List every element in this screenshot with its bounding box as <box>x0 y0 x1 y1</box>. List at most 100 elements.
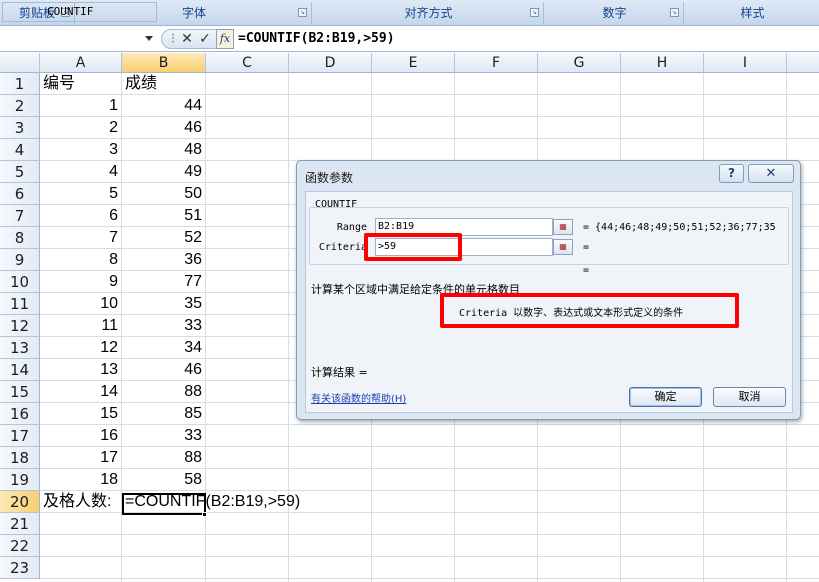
cell-a13[interactable]: 12 <box>40 337 122 359</box>
dialog-title: 函数参数 <box>305 171 354 185</box>
cancel-button[interactable]: 取消 <box>713 387 786 407</box>
row-header-18[interactable]: 18 <box>0 447 40 469</box>
row-header-23[interactable]: 23 <box>0 557 40 579</box>
column-header-b[interactable]: B <box>122 53 206 73</box>
row-header-6[interactable]: 6 <box>0 183 40 205</box>
ribbon-group-label: 样式 <box>740 6 765 20</box>
cell-a10[interactable]: 9 <box>40 271 122 293</box>
cell-b15[interactable]: 88 <box>122 381 206 403</box>
range-label: Range <box>336 222 367 233</box>
cell-b9[interactable]: 36 <box>122 249 206 271</box>
name-box[interactable]: COUNTIF <box>2 2 157 22</box>
cell-a15[interactable]: 14 <box>40 381 122 403</box>
cell-a7[interactable]: 6 <box>40 205 122 227</box>
range-result: = {44;46;48;49;50;51;52;36;77;35 <box>583 222 776 233</box>
active-cell-border <box>122 493 206 515</box>
cell-a11[interactable]: 10 <box>40 293 122 315</box>
cell-b18[interactable]: 88 <box>122 447 206 469</box>
cell-a17[interactable]: 16 <box>40 425 122 447</box>
cell-a8[interactable]: 7 <box>40 227 122 249</box>
cell-b8[interactable]: 52 <box>122 227 206 249</box>
row-header-7[interactable]: 7 <box>0 205 40 227</box>
cell-a3[interactable]: 2 <box>40 117 122 139</box>
cell-b17[interactable]: 33 <box>122 425 206 447</box>
row-header-14[interactable]: 14 <box>0 359 40 381</box>
column-header-j[interactable] <box>787 53 819 73</box>
column-header-d[interactable]: D <box>289 53 372 73</box>
cell-b16[interactable]: 85 <box>122 403 206 425</box>
cell-b14[interactable]: 46 <box>122 359 206 381</box>
cell-a5[interactable]: 4 <box>40 161 122 183</box>
column-header-a[interactable]: A <box>40 53 122 73</box>
cell-a4[interactable]: 3 <box>40 139 122 161</box>
function-help-link[interactable]: 有关该函数的帮助(H) <box>311 390 406 405</box>
cell-a9[interactable]: 8 <box>40 249 122 271</box>
row-header-11[interactable]: 11 <box>0 293 40 315</box>
cell-b4[interactable]: 48 <box>122 139 206 161</box>
row-header-19[interactable]: 19 <box>0 469 40 491</box>
cell-b2[interactable]: 44 <box>122 95 206 117</box>
row-header-5[interactable]: 5 <box>0 161 40 183</box>
cell-a12[interactable]: 11 <box>40 315 122 337</box>
function-arguments-dialog: 函数参数 ? ✕ COUNTIF Range B2:B19 ▦ = {44;46… <box>296 160 801 420</box>
cell-b13[interactable]: 34 <box>122 337 206 359</box>
cell-a14[interactable]: 13 <box>40 359 122 381</box>
cell-b7[interactable]: 51 <box>122 205 206 227</box>
cell-b19[interactable]: 58 <box>122 469 206 491</box>
fill-handle[interactable] <box>202 512 207 517</box>
cancel-icon[interactable]: ✕ <box>178 30 196 48</box>
cell-b11[interactable]: 35 <box>122 293 206 315</box>
cell-a6[interactable]: 5 <box>40 183 122 205</box>
dialog-launcher-icon[interactable]: ↘ <box>670 8 679 17</box>
row-header-3[interactable]: 3 <box>0 117 40 139</box>
cell-b3[interactable]: 46 <box>122 117 206 139</box>
formula-input[interactable]: =COUNTIF(B2:B19,>59) <box>238 29 816 49</box>
cell-a1[interactable]: 编号 <box>40 73 122 95</box>
close-button[interactable]: ✕ <box>748 164 794 183</box>
row-header-8[interactable]: 8 <box>0 227 40 249</box>
chevron-down-icon[interactable] <box>145 36 153 41</box>
dialog-launcher-icon[interactable]: ↘ <box>530 8 539 17</box>
row-header-4[interactable]: 4 <box>0 139 40 161</box>
column-header-i[interactable]: I <box>704 53 787 73</box>
row-header-2[interactable]: 2 <box>0 95 40 117</box>
row-header-10[interactable]: 10 <box>0 271 40 293</box>
cell-a2[interactable]: 1 <box>40 95 122 117</box>
cell-b1[interactable]: 成绩 <box>122 73 206 95</box>
row-header-9[interactable]: 9 <box>0 249 40 271</box>
row-header-20[interactable]: 20 <box>0 491 40 513</box>
cell-b5[interactable]: 49 <box>122 161 206 183</box>
row-header-13[interactable]: 13 <box>0 337 40 359</box>
row-header-15[interactable]: 15 <box>0 381 40 403</box>
ribbon-group-styles: 样式 <box>686 2 819 24</box>
calculation-result: 计算结果 = <box>311 366 368 379</box>
cell-a16[interactable]: 15 <box>40 403 122 425</box>
enter-icon[interactable]: ✓ <box>196 30 214 48</box>
column-header-f[interactable]: F <box>455 53 538 73</box>
column-header-h[interactable]: H <box>621 53 704 73</box>
row-header-17[interactable]: 17 <box>0 425 40 447</box>
row-header-22[interactable]: 22 <box>0 535 40 557</box>
cell-b6[interactable]: 50 <box>122 183 206 205</box>
select-all-corner[interactable] <box>0 53 40 73</box>
cell-a20[interactable]: 及格人数: <box>40 491 122 513</box>
column-header-g[interactable]: G <box>538 53 621 73</box>
cell-b12[interactable]: 33 <box>122 315 206 337</box>
collapse-dialog-icon[interactable]: ▦ <box>553 239 573 255</box>
dialog-launcher-icon[interactable]: ↘ <box>298 8 307 17</box>
collapse-dialog-icon[interactable]: ▦ <box>553 219 573 235</box>
row-header-21[interactable]: 21 <box>0 513 40 535</box>
insert-function-icon[interactable]: fx <box>216 29 234 49</box>
row-header-12[interactable]: 12 <box>0 315 40 337</box>
ok-button[interactable]: 确定 <box>629 387 702 407</box>
column-header-c[interactable]: C <box>206 53 289 73</box>
row-header-1[interactable]: 1 <box>0 73 40 95</box>
ribbon-group-number: 数字 ↘ <box>546 2 684 24</box>
help-button[interactable]: ? <box>719 164 744 183</box>
cell-a19[interactable]: 18 <box>40 469 122 491</box>
row-header-16[interactable]: 16 <box>0 403 40 425</box>
ribbon-group-label: 字体 <box>181 6 206 20</box>
column-header-e[interactable]: E <box>372 53 455 73</box>
cell-a18[interactable]: 17 <box>40 447 122 469</box>
cell-b10[interactable]: 77 <box>122 271 206 293</box>
